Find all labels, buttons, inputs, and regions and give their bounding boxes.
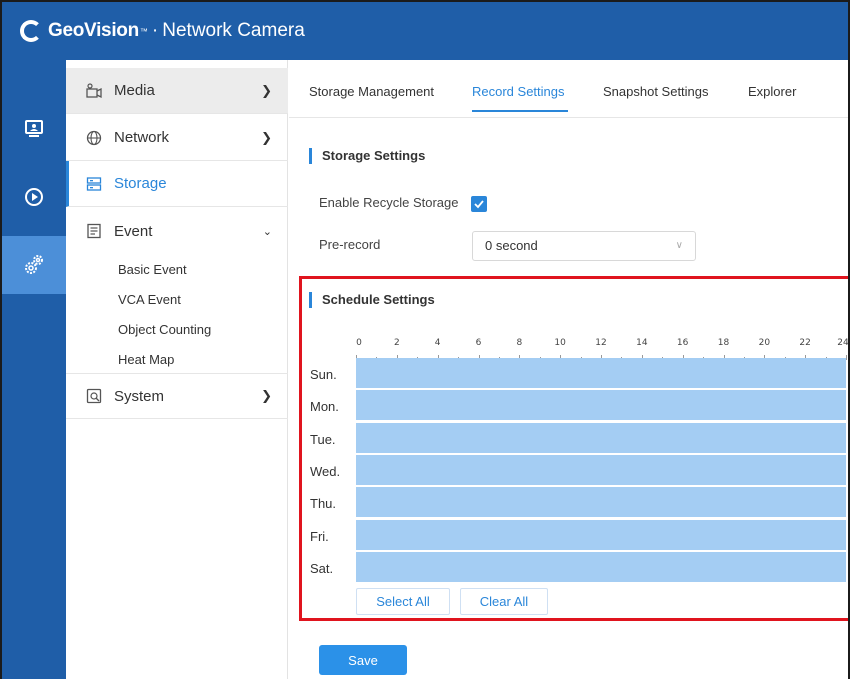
nav-item-media[interactable]: Media ❯: [66, 68, 288, 114]
active-tab-indicator: [472, 110, 568, 112]
day-label: Sat.: [310, 560, 334, 576]
schedule-day-row[interactable]: [356, 422, 846, 453]
nav-label-network: Network: [114, 129, 170, 146]
schedule-day-row[interactable]: [356, 358, 846, 388]
schedule-day-row[interactable]: [356, 551, 846, 582]
day-label: Tue.: [310, 431, 336, 447]
hour-label: 22: [799, 338, 811, 348]
trademark-mark: ™: [139, 26, 148, 36]
hour-label: 4: [434, 338, 441, 348]
nav-sub-vca-event[interactable]: VCA Event: [118, 292, 181, 307]
schedule-day-row[interactable]: [356, 519, 846, 550]
hour-label: 6: [475, 338, 482, 348]
nav-item-storage[interactable]: Storage: [66, 161, 288, 207]
schedule-settings-title: Schedule Settings: [309, 292, 435, 308]
nav-item-network[interactable]: Network ❯: [66, 115, 288, 161]
app-header: GeoVision ™ · Network Camera: [2, 2, 848, 60]
hour-label: 10: [554, 338, 566, 348]
rail-live-view[interactable]: [2, 100, 66, 158]
tab-explorer[interactable]: Explorer: [748, 84, 796, 99]
media-icon: [86, 82, 102, 99]
prerecord-value: 0 second: [485, 238, 538, 253]
storage-settings-title: Storage Settings: [309, 148, 425, 164]
rail-settings[interactable]: [2, 236, 66, 294]
product-name: Network Camera: [162, 20, 305, 41]
system-icon: [86, 388, 102, 404]
brand-separator: ·: [151, 20, 159, 41]
nav-sub-heat-map[interactable]: Heat Map: [118, 352, 174, 367]
recycle-storage-label: Enable Recycle Storage: [319, 195, 459, 210]
nav-label-storage: Storage: [114, 175, 167, 192]
day-label: Fri.: [310, 528, 329, 544]
schedule-day-row[interactable]: [356, 487, 846, 518]
main-panel: Storage Management Record Settings Snaps…: [289, 60, 849, 679]
chevron-down-icon: ⌄: [262, 225, 272, 238]
chevron-right-icon: ❯: [261, 129, 272, 145]
hour-label: 2: [393, 338, 400, 348]
nav-sub-basic-event[interactable]: Basic Event: [118, 262, 187, 277]
tab-storage-management[interactable]: Storage Management: [309, 84, 434, 99]
hour-ruler: 0 2 4 6 8 10 12 14 16 18 20 22 24: [356, 338, 849, 360]
chevron-right-icon: ❯: [261, 82, 272, 98]
tab-bar: Storage Management Record Settings Snaps…: [289, 60, 848, 118]
settings-nav: Media ❯ Network ❯ Storage Event ⌄ Basic …: [66, 60, 288, 679]
hour-label: 16: [676, 338, 689, 348]
chevron-down-icon: ∨: [675, 240, 683, 251]
settings-gears-icon: [25, 255, 43, 274]
checkmark-icon: [474, 200, 484, 209]
hour-label: 24: [837, 338, 849, 348]
geovision-logo-icon: [20, 20, 42, 42]
recycle-storage-checkbox[interactable]: [471, 196, 487, 212]
tab-snapshot-settings[interactable]: Snapshot Settings: [603, 84, 709, 99]
nav-item-system[interactable]: System ❯: [66, 373, 288, 419]
chevron-right-icon: ❯: [261, 388, 272, 403]
save-button[interactable]: Save: [319, 645, 407, 675]
hour-label: 18: [717, 338, 730, 348]
day-label: Wed.: [310, 463, 341, 479]
hour-label: 12: [595, 338, 607, 348]
schedule-day-row[interactable]: [356, 390, 846, 421]
brand-name: GeoVision: [48, 20, 139, 41]
network-globe-icon: [86, 130, 102, 146]
day-label: Thu.: [310, 496, 337, 512]
nav-sub-object-counting[interactable]: Object Counting: [118, 322, 211, 337]
hour-tick: [846, 355, 847, 360]
hour-label: 14: [636, 338, 648, 348]
hour-label: 20: [758, 338, 771, 348]
prerecord-label: Pre-record: [319, 237, 381, 252]
clear-all-button[interactable]: Clear All: [460, 588, 548, 615]
storage-icon: [86, 176, 102, 192]
app-window: GeoVision ™ · Network Camera Media ❯ Net…: [0, 0, 850, 679]
icon-rail: [2, 60, 66, 679]
hour-label: 0: [356, 338, 362, 348]
event-icon: [86, 223, 102, 239]
day-label: Mon.: [310, 399, 339, 415]
nav-label-event: Event: [114, 222, 153, 240]
select-all-button[interactable]: Select All: [356, 588, 450, 615]
rail-playback[interactable]: [2, 168, 66, 226]
nav-label-media: Media: [114, 82, 155, 99]
hour-label: 8: [516, 338, 523, 348]
monitor-icon: [25, 120, 43, 137]
schedule-day-row[interactable]: [356, 454, 846, 485]
prerecord-select[interactable]: 0 second ∨: [472, 231, 696, 261]
tab-record-settings[interactable]: Record Settings: [472, 84, 565, 99]
day-label: Sun.: [310, 367, 337, 382]
nav-item-event[interactable]: Event ⌄: [66, 208, 288, 254]
playback-icon: [25, 188, 43, 206]
nav-label-system: System: [114, 387, 165, 405]
